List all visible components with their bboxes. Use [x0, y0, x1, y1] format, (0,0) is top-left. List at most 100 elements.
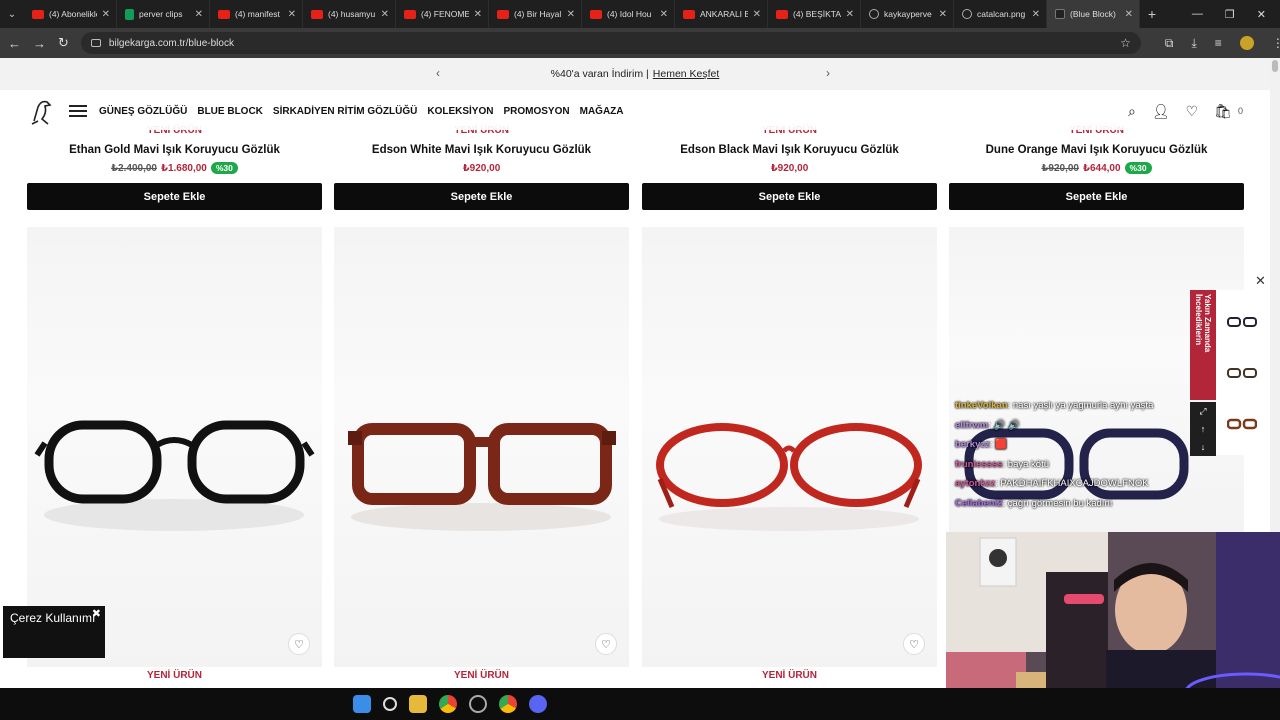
close-window-icon[interactable]: ✕	[1257, 8, 1266, 21]
menu-kebab-icon[interactable]: ⋮	[1272, 36, 1280, 51]
site-logo[interactable]	[27, 96, 55, 126]
scroll-down-icon[interactable]: ↓	[1201, 442, 1206, 452]
browser-tab[interactable]: (4) Bir Hayal ✕	[489, 0, 582, 28]
account-icon[interactable]: 👤︎	[1152, 103, 1170, 120]
product-name[interactable]: Dune Orange Mavi Işık Koruyucu Gözlük	[949, 144, 1244, 156]
tab-close-icon[interactable]: ✕	[939, 9, 947, 20]
tab-strip: (4) Abonelikler✕perver clips✕(4) manifes…	[24, 0, 1140, 28]
chrome-active-icon[interactable]	[499, 695, 517, 713]
recent-item-1[interactable]	[1227, 316, 1257, 328]
product-card[interactable]: ♡	[27, 227, 322, 667]
forward-icon[interactable]: →	[33, 36, 46, 51]
product-info[interactable]: YENİ ÜRÜN Edson Black Mavi Işık Koruyucu …	[642, 125, 937, 175]
site-info-icon[interactable]	[90, 39, 101, 47]
windows-start-icon[interactable]	[353, 695, 371, 713]
browser-tab[interactable]: (4) BEŞİKTAŞ ✕	[768, 0, 861, 28]
settings-app-icon[interactable]	[469, 695, 487, 713]
promo-link[interactable]: Hemen Keşfet	[653, 68, 720, 80]
product-info[interactable]: YENİ ÜRÜN Dune Orange Mavi Işık Koruyucu …	[949, 125, 1244, 175]
nav-item[interactable]: KOLEKSİYON	[427, 106, 493, 117]
profile-avatar[interactable]	[1239, 35, 1254, 50]
cart-icon[interactable]: 🛍︎	[1214, 103, 1232, 120]
file-explorer-icon[interactable]	[409, 695, 427, 713]
download-icon[interactable]: ⤓	[1191, 36, 1196, 51]
search-icon[interactable]: ⌕	[1128, 103, 1136, 120]
tab-title: ANKARALI B	[700, 9, 748, 19]
cookie-close-icon[interactable]: ✖	[92, 607, 101, 620]
product-card[interactable]: ♡	[334, 227, 629, 667]
tab-close-icon[interactable]: ✕	[288, 9, 296, 20]
nav-item[interactable]: PROMOSYON	[503, 106, 569, 117]
price: ₺1.680,00	[160, 162, 207, 174]
browser-tab[interactable]: (4) manifest ✕	[210, 0, 303, 28]
wishlist-icon[interactable]: ♡	[1186, 103, 1199, 120]
back-icon[interactable]: ←	[8, 36, 21, 51]
youtube-icon	[776, 9, 788, 19]
nav-item[interactable]: SİRKADİYEN RİTİM GÖZLÜĞÜ	[273, 106, 417, 117]
tab-close-icon[interactable]: ✕	[660, 9, 668, 20]
price: ₺920,00	[770, 162, 809, 174]
recently-viewed-tab[interactable]: Yakın Zamanda İncelediklerin	[1190, 290, 1216, 400]
browser-tab[interactable]: (4) FENOMEN ✕	[396, 0, 489, 28]
add-to-cart-button[interactable]: Sepete Ekle	[27, 183, 322, 210]
extensions-icon[interactable]: ⧉	[1165, 36, 1174, 51]
product-info[interactable]: YENİ ÜRÜN Ethan Gold Mavi Işık Koruyucu G…	[27, 125, 322, 175]
recent-item-2[interactable]	[1227, 367, 1257, 379]
add-to-cart-button[interactable]: Sepete Ekle	[642, 183, 937, 210]
tab-title: (Blue Block)	[1070, 9, 1116, 19]
wishlist-heart-icon[interactable]: ♡	[595, 633, 617, 655]
expand-icon[interactable]: ⤢	[1199, 406, 1206, 417]
tab-close-icon[interactable]: ✕	[102, 9, 110, 20]
nav-item[interactable]: MAĞAZA	[580, 106, 624, 117]
recent-item-3[interactable]	[1227, 418, 1257, 430]
tab-close-icon[interactable]: ✕	[1125, 9, 1133, 20]
product-info[interactable]: YENİ ÜRÜN Edson White Mavi Işık Koruyucu …	[334, 125, 629, 175]
minimize-icon[interactable]: —	[1192, 8, 1203, 21]
product-card[interactable]: ♡	[642, 227, 937, 667]
product-name[interactable]: Edson White Mavi Işık Koruyucu Gözlük	[334, 144, 629, 156]
scroll-up-icon[interactable]: ↑	[1201, 424, 1206, 434]
hamburger-menu-icon[interactable]	[69, 102, 87, 120]
browser-tab[interactable]: kaykayperve ✕	[861, 0, 954, 28]
browser-tab[interactable]: catalcan.png ✕	[954, 0, 1047, 28]
restore-icon[interactable]: ❐	[1225, 8, 1235, 21]
product-name[interactable]: Ethan Gold Mavi Işık Koruyucu Gözlük	[27, 144, 322, 156]
browser-tab[interactable]: (Blue Block) ✕	[1047, 0, 1140, 28]
nav-item[interactable]: BLUE BLOCK	[197, 106, 263, 117]
wishlist-heart-icon[interactable]: ♡	[903, 633, 925, 655]
new-tab-button[interactable]: +	[1140, 6, 1164, 22]
browser-tab[interactable]: (4) husamyu ✕	[303, 0, 396, 28]
reload-icon[interactable]: ↻	[58, 35, 69, 51]
browser-tab[interactable]: perver clips ✕	[117, 0, 210, 28]
tab-search-chevron-icon[interactable]: ⌄	[0, 0, 24, 28]
url-field[interactable]: bilgekarga.com.tr/blue-block ☆	[80, 32, 1141, 54]
tab-close-icon[interactable]: ✕	[753, 9, 761, 20]
scrollbar-thumb[interactable]	[1272, 60, 1278, 72]
promo-next-icon[interactable]: ›	[826, 66, 830, 80]
tab-close-icon[interactable]: ✕	[381, 9, 389, 20]
chat-username: ellfrwm	[955, 419, 989, 431]
bookmark-star-icon[interactable]: ☆	[1120, 36, 1131, 50]
tab-close-icon[interactable]: ✕	[846, 9, 854, 20]
browser-tab[interactable]: ANKARALI B ✕	[675, 0, 768, 28]
browser-tab[interactable]: (4) Idol Hou ✕	[582, 0, 675, 28]
tab-close-icon[interactable]: ✕	[567, 9, 575, 20]
tab-title: (4) Abonelikler	[49, 9, 97, 19]
product-name[interactable]: Edson Black Mavi Işık Koruyucu Gözlük	[642, 144, 937, 156]
main-nav: GÜNEŞ GÖZLÜĞÜ BLUE BLOCK SİRKADİYEN RİTİM …	[99, 106, 624, 117]
chrome-icon[interactable]	[439, 695, 457, 713]
browser-tab[interactable]: (4) Abonelikler ✕	[24, 0, 117, 28]
add-to-cart-button[interactable]: Sepete Ekle	[334, 183, 629, 210]
tab-close-icon[interactable]: ✕	[195, 9, 203, 20]
promo-prev-icon[interactable]: ‹	[436, 66, 440, 80]
reading-list-icon[interactable]: ≡	[1215, 36, 1222, 51]
tab-close-icon[interactable]: ✕	[1032, 9, 1040, 20]
tab-close-icon[interactable]: ✕	[474, 9, 482, 20]
wishlist-heart-icon[interactable]: ♡	[288, 633, 310, 655]
add-to-cart-button[interactable]: Sepete Ekle	[949, 183, 1244, 210]
new-product-tag: YENİ ÜRÜN	[453, 670, 509, 681]
taskbar-search-icon[interactable]	[383, 697, 397, 711]
close-recent-icon[interactable]: ✕	[1255, 273, 1266, 289]
discord-icon[interactable]	[529, 695, 547, 713]
nav-item[interactable]: GÜNEŞ GÖZLÜĞÜ	[99, 106, 187, 117]
